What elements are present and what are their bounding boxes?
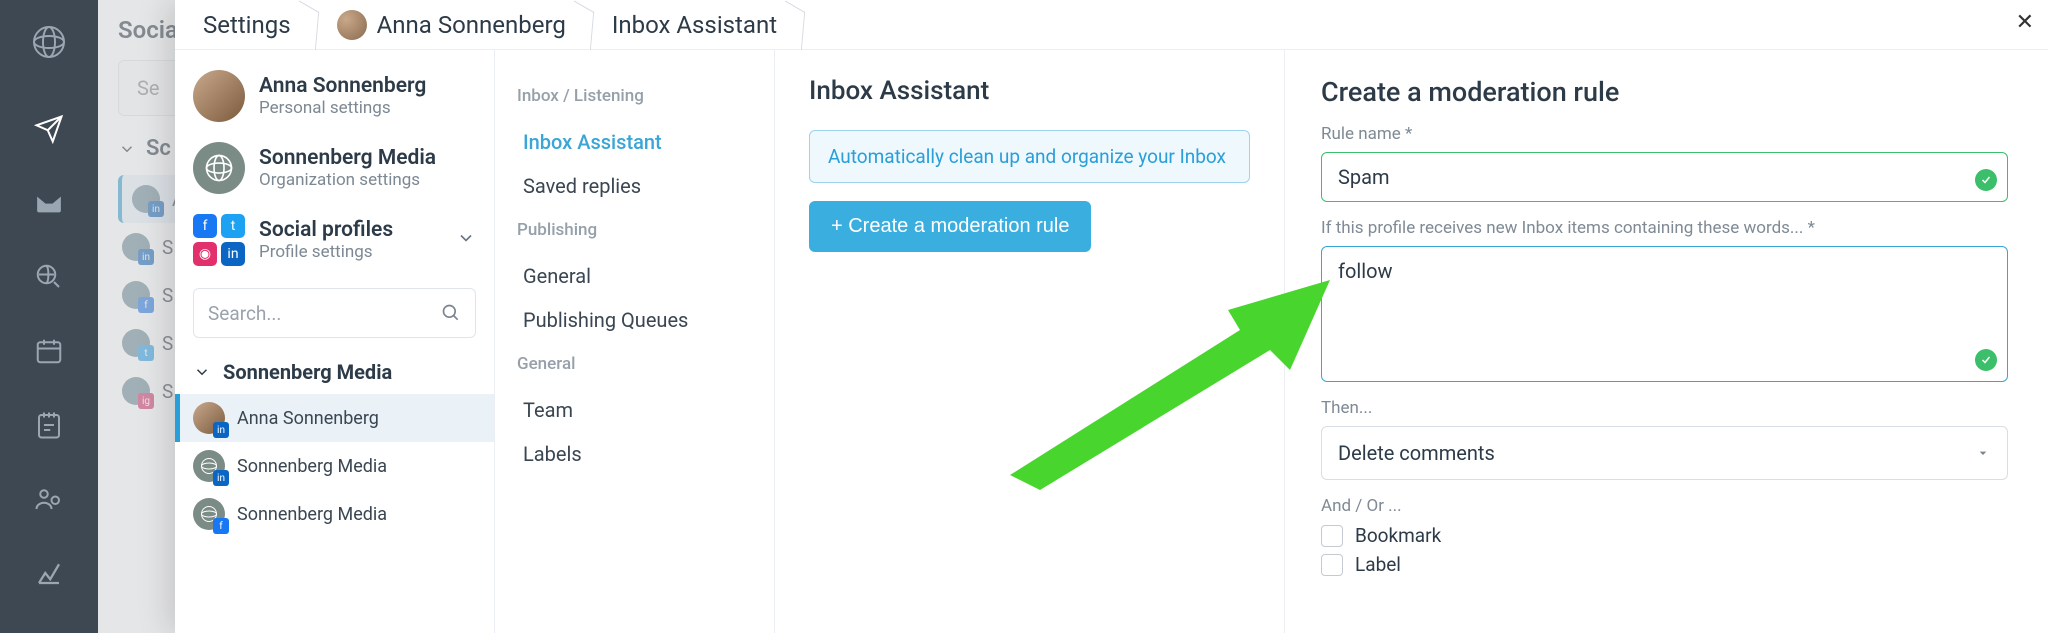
org-settings-row[interactable]: Sonnenberg Media Organization settings [175, 132, 494, 204]
then-label: Then... [1321, 398, 2008, 418]
crumb-user[interactable]: Anna Sonnenberg [327, 0, 594, 49]
nav-section-label: General [517, 354, 752, 374]
close-icon[interactable]: ✕ [2016, 10, 2034, 35]
create-rule-button[interactable]: + Create a moderation rule [809, 201, 1091, 252]
checkbox[interactable] [1321, 554, 1343, 576]
social-profiles-row[interactable]: f t ◉ in Social profiles Profile setting… [175, 204, 494, 276]
info-banner[interactable]: Automatically clean up and organize your… [809, 130, 1250, 183]
search-icon [441, 303, 461, 323]
caret-down-icon [1975, 445, 1991, 461]
send-icon[interactable] [32, 112, 66, 146]
avatar [193, 70, 245, 122]
personal-settings-row[interactable]: Anna Sonnenberg Personal settings [175, 60, 494, 132]
rule-name-input[interactable] [1322, 153, 2007, 201]
note-icon[interactable] [32, 408, 66, 442]
avatar: in [193, 450, 225, 482]
nav-section-label: Publishing [517, 220, 752, 240]
valid-check-icon [1975, 169, 1997, 191]
org-logo-icon [193, 142, 245, 194]
profile-item[interactable]: in Sonnenberg Media [175, 442, 494, 490]
team-icon[interactable] [32, 482, 66, 516]
nav-general-publishing[interactable]: General [517, 254, 752, 298]
avatar: in [193, 402, 225, 434]
rule-name-field-wrap [1321, 152, 2008, 202]
breadcrumb: Settings Anna Sonnenberg Inbox Assistant… [175, 0, 2048, 50]
nav-publishing-queues[interactable]: Publishing Queues [517, 298, 752, 342]
label-option[interactable]: Label [1321, 553, 2008, 576]
words-input[interactable] [1322, 247, 2007, 377]
nav-labels[interactable]: Labels [517, 432, 752, 476]
bookmark-option[interactable]: Bookmark [1321, 524, 2008, 547]
app-logo[interactable] [19, 12, 79, 72]
left-rail [0, 0, 98, 633]
account-sub: Profile settings [259, 242, 393, 262]
avatar [337, 10, 367, 40]
panel-title: Inbox Assistant [809, 76, 1250, 106]
account-name: Social profiles [259, 218, 393, 242]
globe-search-icon[interactable] [32, 260, 66, 294]
facebook-icon: f [213, 518, 229, 534]
words-label: If this profile receives new Inbox items… [1321, 218, 2008, 238]
crumb-section[interactable]: Inbox Assistant [602, 0, 805, 49]
tree-org-header[interactable]: Sonnenberg Media [175, 350, 494, 394]
andor-label: And / Or ... [1321, 496, 2008, 516]
settings-nav: Inbox / Listening Inbox Assistant Saved … [495, 50, 775, 633]
account-name: Sonnenberg Media [259, 146, 436, 170]
words-field-wrap [1321, 246, 2008, 382]
profile-label: Sonnenberg Media [237, 504, 387, 525]
stats-icon[interactable] [32, 556, 66, 590]
profile-search[interactable]: Search... [193, 288, 476, 338]
profile-item[interactable]: f Sonnenberg Media [175, 490, 494, 538]
settings-modal: Settings Anna Sonnenberg Inbox Assistant… [175, 0, 2048, 633]
rule-form: Create a moderation rule Rule name * If … [1285, 50, 2048, 633]
calendar-icon[interactable] [32, 334, 66, 368]
account-sub: Organization settings [259, 170, 436, 190]
linkedin-icon: in [213, 422, 229, 438]
account-sub: Personal settings [259, 98, 426, 118]
inbox-assistant-panel: Inbox Assistant Automatically clean up a… [775, 50, 1285, 633]
profile-label: Sonnenberg Media [237, 456, 387, 477]
account-column: Anna Sonnenberg Personal settings Sonnen… [175, 50, 495, 633]
nav-team[interactable]: Team [517, 388, 752, 432]
inbox-icon[interactable] [32, 186, 66, 220]
crumb-settings[interactable]: Settings [193, 0, 319, 49]
social-badges-icon: f t ◉ in [193, 214, 245, 266]
linkedin-icon: in [213, 470, 229, 486]
valid-check-icon [1975, 349, 1997, 371]
chevron-down-icon [193, 363, 211, 381]
nav-inbox-assistant[interactable]: Inbox Assistant [517, 120, 752, 164]
avatar: f [193, 498, 225, 530]
profile-item[interactable]: in Anna Sonnenberg [175, 394, 494, 442]
rule-name-label: Rule name * [1321, 124, 2008, 144]
checkbox[interactable] [1321, 525, 1343, 547]
profile-label: Anna Sonnenberg [237, 408, 379, 429]
account-name: Anna Sonnenberg [259, 74, 426, 98]
nav-saved-replies[interactable]: Saved replies [517, 164, 752, 208]
nav-section-label: Inbox / Listening [517, 86, 752, 106]
form-title: Create a moderation rule [1321, 76, 2008, 108]
action-select[interactable]: Delete comments [1321, 426, 2008, 480]
chevron-down-icon [456, 228, 476, 252]
